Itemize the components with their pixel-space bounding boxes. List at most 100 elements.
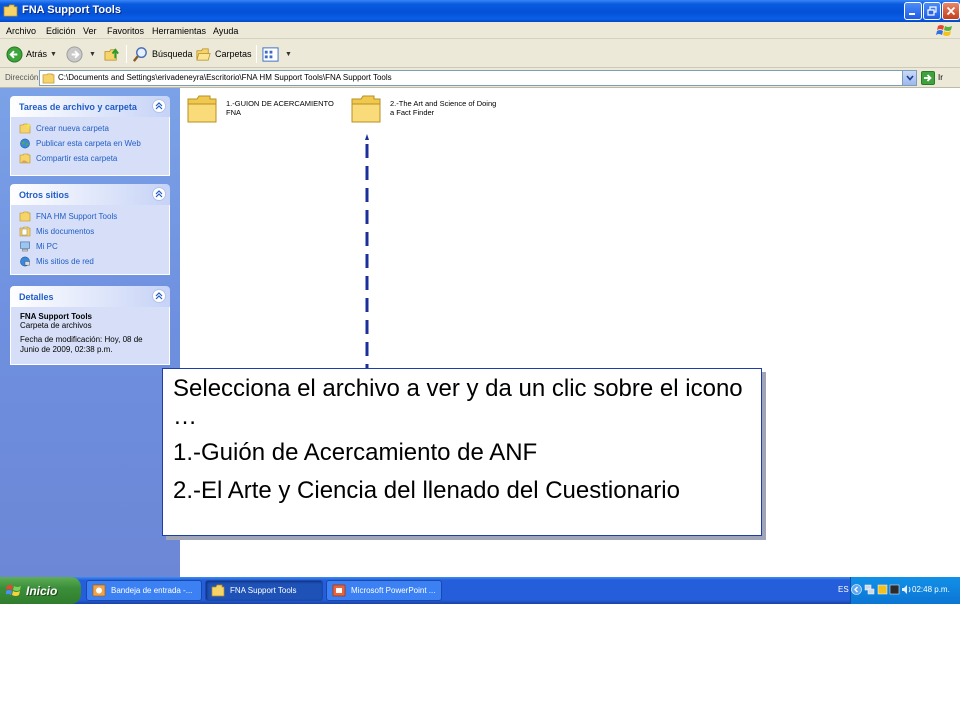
panel-title: Otros sitios [19,190,70,200]
collapse-button[interactable] [152,289,166,303]
views-button[interactable]: ▼ [262,44,292,64]
folder-icon [42,73,55,84]
chevron-down-icon[interactable]: ▼ [50,51,57,58]
toolbar: Atrás ▼ ▼ Búsqueda Carpetas ▼ [0,39,960,68]
place-my-computer[interactable]: Mi PC [19,240,58,252]
taskbar: Inicio Bandeja de entrada -... FNA Suppo… [0,577,960,604]
folder-icon [19,211,31,221]
go-arrow-icon [924,74,932,82]
new-folder-icon [19,122,31,133]
folder-icon [187,95,217,123]
detail-modified: Fecha de modificación: Hoy, 08 de [20,335,143,344]
other-places-panel: Otros sitios FNA HM Support Tools Mis do… [10,184,170,275]
chevron-down-icon[interactable]: ▼ [89,51,96,58]
menu-bar: Archivo Edición Ver Favoritos Herramient… [0,22,960,39]
up-folder-icon [104,47,119,61]
place-network[interactable]: Mis sitios de red [19,255,94,267]
volume-icon[interactable] [901,584,912,595]
collapse-button[interactable] [152,187,166,201]
restore-icon [927,6,937,16]
network-icon[interactable] [864,584,875,595]
menu-favoritos[interactable]: Favoritos [107,26,144,36]
start-button[interactable]: Inicio [0,577,81,604]
address-dropdown-button[interactable] [902,71,916,85]
taskbar-button-inbox[interactable]: Bandeja de entrada -... [86,580,202,601]
globe-icon [20,138,30,148]
details-body: FNA Support Tools Carpeta de archivos Fe… [10,307,170,365]
task-publish-web[interactable]: Publicar esta carpeta en Web [19,137,141,149]
menu-edicion[interactable]: Edición [46,26,76,36]
windows-logo-icon [936,25,952,36]
alert-icon[interactable] [889,584,900,595]
task-label: Microsoft PowerPoint ... [351,586,436,595]
task-share-folder[interactable]: Compartir esta carpeta [19,152,117,164]
callout-instruction: Selecciona el archivo a ver y da un clic… [173,375,743,430]
search-label: Búsqueda [152,49,193,59]
back-button[interactable]: Atrás ▼ [6,44,57,64]
go-label[interactable]: Ir [938,73,943,82]
search-button[interactable]: Búsqueda [132,44,193,64]
maximize-button[interactable] [923,2,941,20]
forward-arrow-icon [66,45,83,63]
details-header[interactable]: Detalles [10,286,170,307]
share-folder-icon [19,153,31,163]
views-icon [262,46,279,62]
taskbar-button-fna[interactable]: FNA Support Tools [205,580,323,601]
minimize-button[interactable] [904,2,922,20]
taskbar-button-powerpoint[interactable]: Microsoft PowerPoint ... [326,580,442,601]
folder-item-guion[interactable]: 1.-GUION DE ACERCAMIENTO FNA [186,94,356,126]
task-label: Bandeja de entrada -... [111,586,193,595]
panel-title: Detalles [19,292,54,302]
tray-arrow-icon[interactable] [851,584,862,595]
menu-ayuda[interactable]: Ayuda [213,26,238,36]
folder-icon [211,584,225,597]
chevron-up-icon [155,102,163,110]
callout-option-2: 2.-El Arte y Ciencia del llenado del Cue… [173,477,680,504]
address-input[interactable]: C:\Documents and Settings\erivadeneyra\E… [39,70,917,86]
other-places-header[interactable]: Otros sitios [10,184,170,205]
clock: 02:48 p.m. [912,585,950,594]
menu-archivo[interactable]: Archivo [6,26,36,36]
task-new-folder[interactable]: Crear nueva carpeta [19,122,109,134]
up-folder-button[interactable] [104,44,124,64]
my-documents-icon [19,226,31,236]
language-indicator[interactable]: ES [838,585,849,594]
collapse-button[interactable] [152,99,166,113]
file-tasks-body: Crear nueva carpeta Publicar esta carpet… [10,117,170,176]
go-button[interactable] [921,71,935,85]
windows-logo-icon [6,584,21,596]
folders-icon [196,47,211,61]
folder-label: 2.-The Art and Science of Doing a Fact F… [390,99,515,117]
forward-button[interactable]: ▼ [66,44,96,64]
security-icon[interactable] [877,584,888,595]
window-title: FNA Support Tools [22,4,121,16]
folder-label: 1.-GUION DE ACERCAMIENTO FNA [226,99,351,117]
folder-item-art-science[interactable]: 2.-The Art and Science of Doing a Fact F… [350,94,520,126]
chevron-down-icon[interactable]: ▼ [285,51,292,58]
computer-icon [20,241,30,251]
folder-label-line1: 2.-The Art and Science of Doing [390,99,497,108]
folder-icon [3,4,18,17]
place-label: Mis sitios de red [36,256,94,266]
chevron-up-icon [155,190,163,198]
file-tasks-panel: Tareas de archivo y carpeta Crear nueva … [10,96,170,176]
menu-herramientas[interactable]: Herramientas [152,26,206,36]
folder-label-line2: FNA [226,108,241,117]
other-places-body: FNA HM Support Tools Mis documentos Mi P… [10,205,170,275]
chevron-down-icon [905,75,914,81]
window-title-bar[interactable]: FNA Support Tools [0,0,960,22]
place-fna-hm-support-tools[interactable]: FNA HM Support Tools [19,210,117,222]
task-label: Publicar esta carpeta en Web [36,138,141,148]
powerpoint-icon [332,584,346,597]
folder-icon [351,95,381,123]
menu-ver[interactable]: Ver [83,26,97,36]
place-my-documents[interactable]: Mis documentos [19,225,94,237]
folder-label-line2: a Fact Finder [390,108,435,117]
task-pane: Tareas de archivo y carpeta Crear nueva … [0,88,180,577]
detail-modified-date: Junio de 2009, 02:38 p.m. [20,345,113,354]
task-label: Crear nueva carpeta [36,123,109,133]
file-tasks-header[interactable]: Tareas de archivo y carpeta [10,96,170,117]
close-button[interactable] [942,2,960,20]
folders-button[interactable]: Carpetas [195,44,252,64]
panel-title: Tareas de archivo y carpeta [19,102,137,112]
